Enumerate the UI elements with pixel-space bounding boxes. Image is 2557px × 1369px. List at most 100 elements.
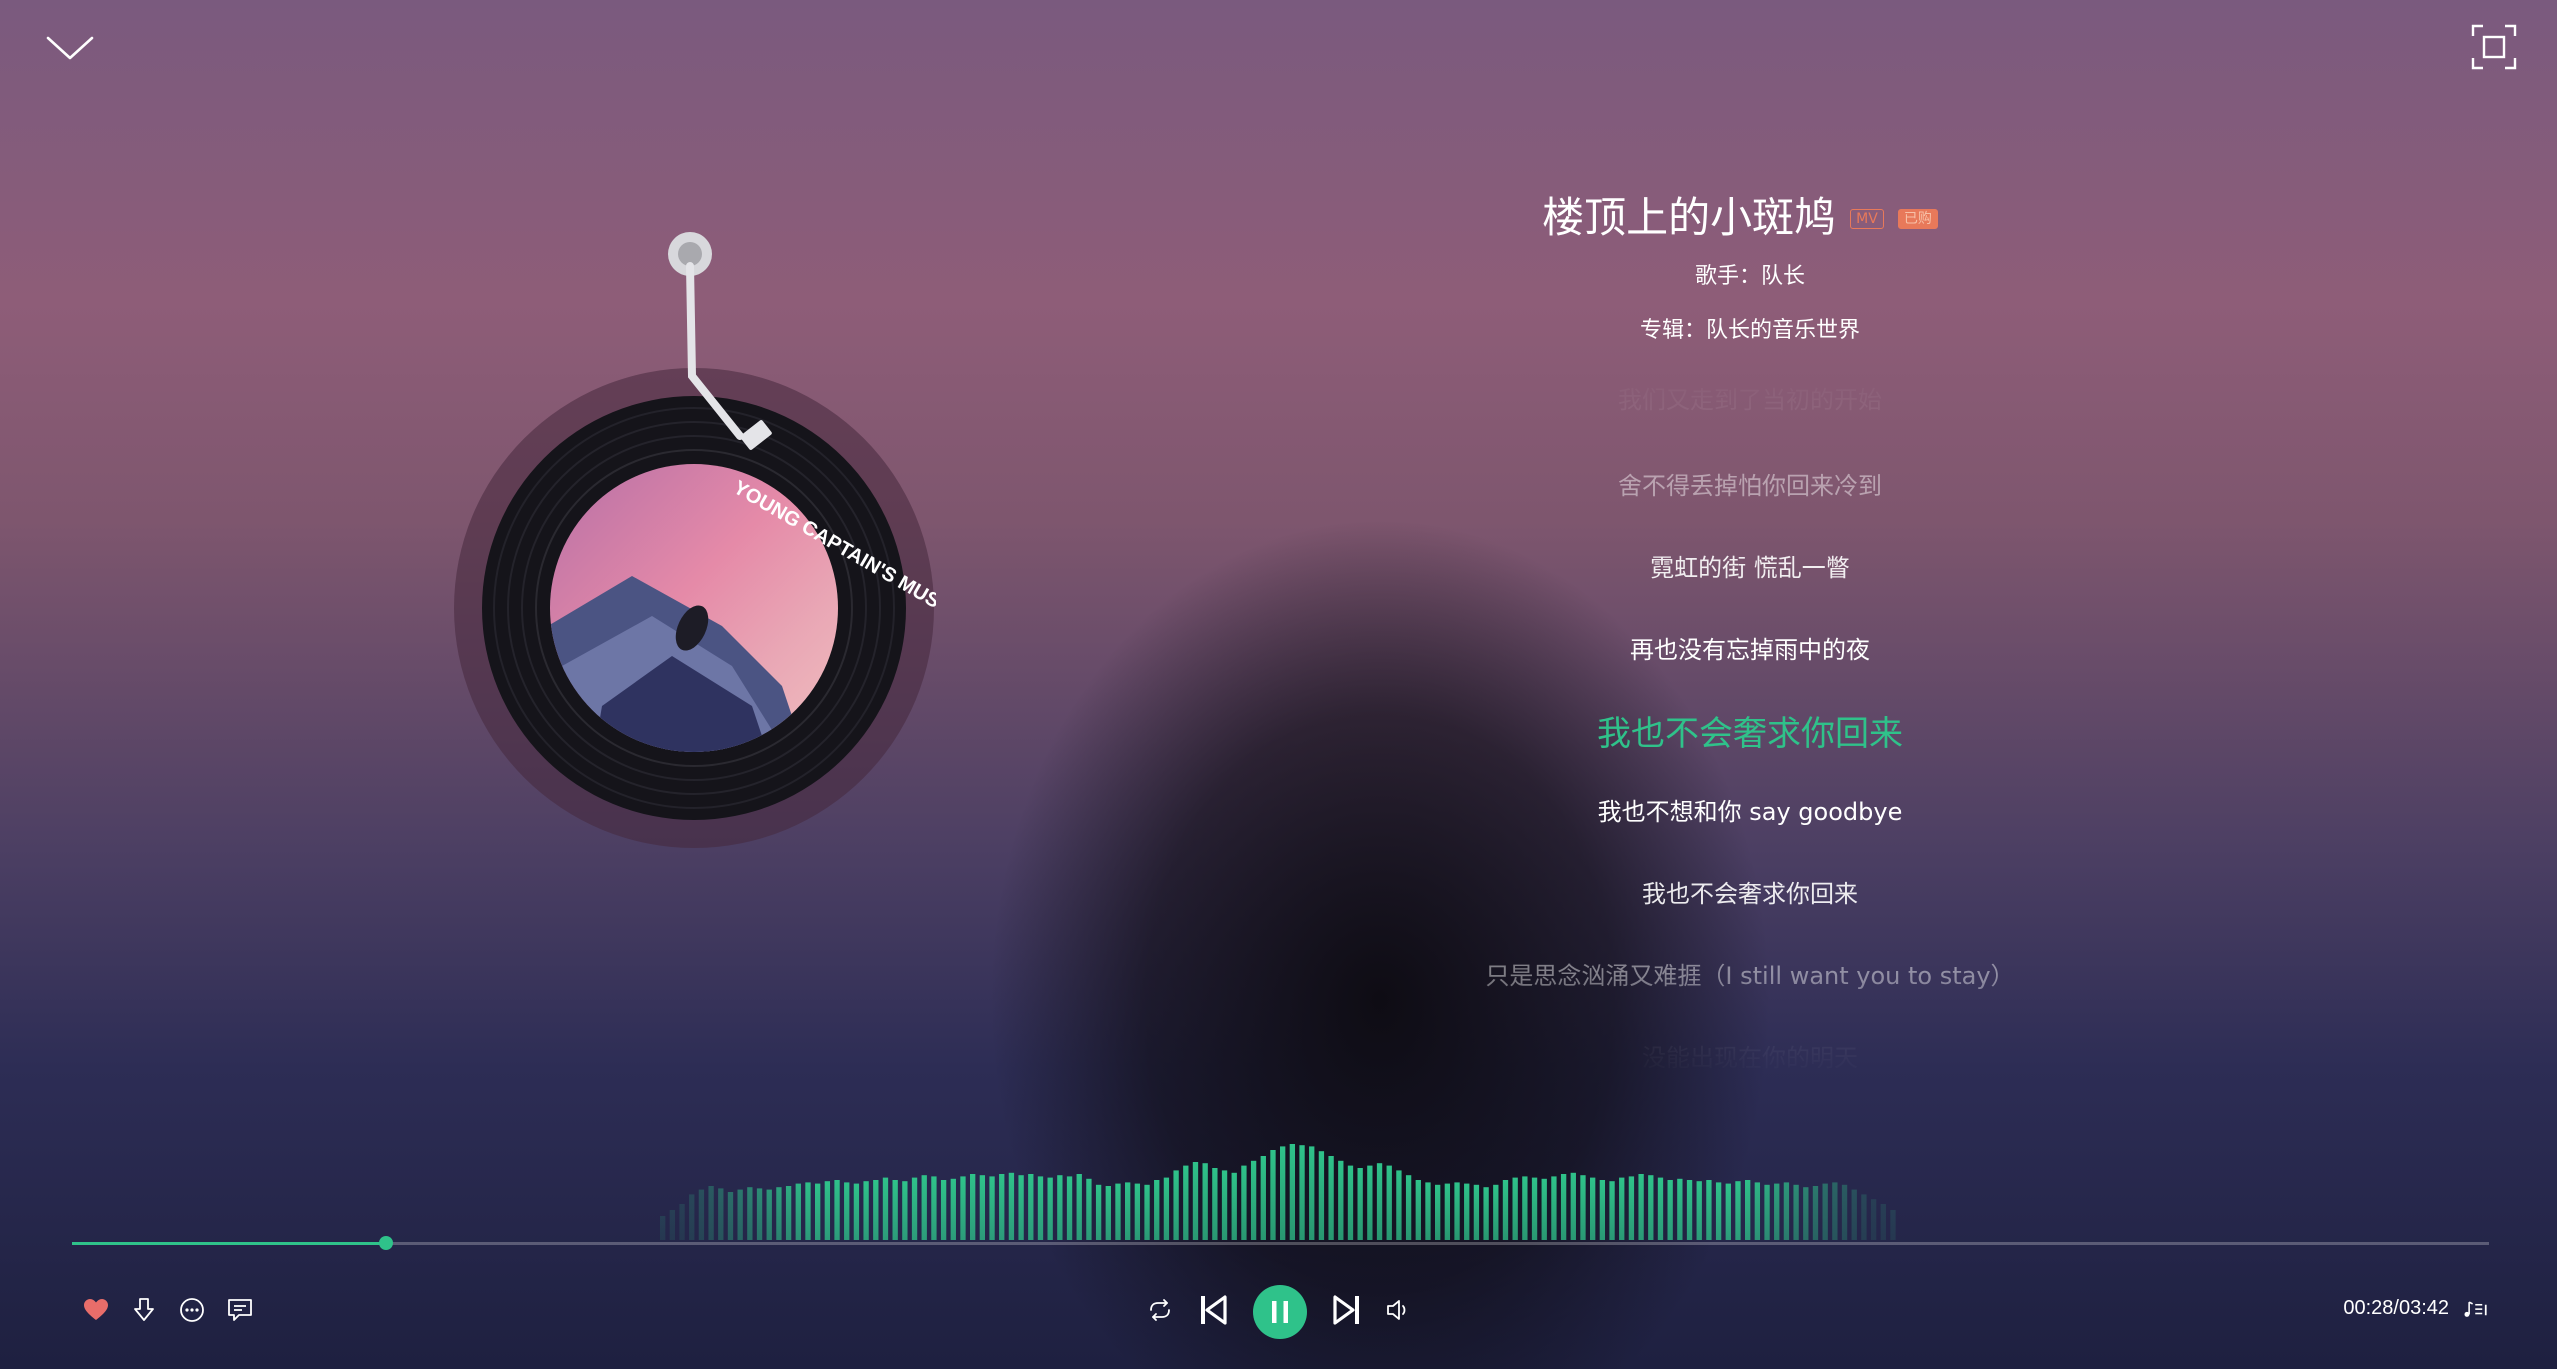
playlist-button[interactable] xyxy=(2463,1296,2491,1324)
fullscreen-button[interactable] xyxy=(2471,24,2517,70)
spectrum-bar xyxy=(737,1189,743,1240)
spectrum-bar xyxy=(1454,1182,1460,1240)
spectrum-bar xyxy=(1357,1168,1363,1240)
lyric-line[interactable]: 我们又走到了当初的开始 xyxy=(1290,380,2210,415)
progress-bar[interactable] xyxy=(72,1236,2489,1250)
spectrum-bar xyxy=(882,1177,889,1240)
spectrum-bar xyxy=(1347,1165,1354,1240)
spectrum-bar xyxy=(1250,1160,1257,1240)
spectrum-bar xyxy=(960,1176,966,1240)
spectrum-bar xyxy=(1376,1163,1383,1240)
spectrum-bar xyxy=(1163,1177,1170,1240)
spectrum-bar xyxy=(1086,1178,1092,1240)
lyric-line[interactable]: 我也不会奢求你回来 xyxy=(1290,874,2210,909)
spectrum-bar xyxy=(660,1216,666,1240)
play-pause-button[interactable] xyxy=(1253,1285,1307,1339)
volume-icon xyxy=(1387,1300,1406,1320)
spectrum-bar xyxy=(1812,1186,1819,1240)
spectrum-bar xyxy=(824,1181,831,1240)
comment-button[interactable] xyxy=(226,1296,254,1324)
spectrum-bar xyxy=(853,1183,860,1240)
spectrum-bar xyxy=(1134,1183,1141,1240)
lyric-line[interactable]: 我也不想和你 say goodbye xyxy=(1290,792,2210,827)
spectrum-bar xyxy=(1076,1174,1082,1240)
spectrum-bar xyxy=(1851,1189,1857,1240)
spectrum-bar xyxy=(970,1174,976,1240)
spectrum-bar xyxy=(892,1180,898,1240)
spectrum-bar xyxy=(1648,1175,1654,1240)
spectrum-bar xyxy=(1541,1178,1547,1240)
spectrum-bar xyxy=(689,1194,695,1240)
download-button[interactable] xyxy=(130,1296,158,1324)
lyric-line-active[interactable]: 我也不会奢求你回来 xyxy=(1290,706,2210,755)
spectrum-bar xyxy=(1415,1180,1421,1240)
spectrum-bar xyxy=(1754,1182,1761,1240)
progress-handle[interactable] xyxy=(379,1236,394,1250)
spectrum-bar xyxy=(1590,1177,1596,1240)
spectrum-bar xyxy=(1299,1145,1305,1240)
spectrum-bar xyxy=(1444,1183,1451,1240)
lyric-line[interactable]: 再也没有忘掉雨中的夜 xyxy=(1290,630,2210,665)
spectrum-bar xyxy=(1212,1168,1218,1240)
spectrum-bar xyxy=(1435,1184,1441,1240)
spectrum-bar xyxy=(1560,1174,1567,1240)
volume-button[interactable] xyxy=(1384,1296,1412,1324)
previous-button[interactable] xyxy=(1196,1293,1230,1327)
spectrum-bar xyxy=(805,1182,811,1240)
spectrum-bar xyxy=(1338,1160,1344,1240)
spectrum-bar xyxy=(708,1186,714,1240)
spectrum-bar xyxy=(1483,1187,1489,1240)
spectrum-bar xyxy=(1105,1186,1111,1240)
download-icon xyxy=(134,1298,154,1321)
spectrum-bar xyxy=(1764,1184,1770,1240)
spectrum-bar xyxy=(1260,1156,1266,1240)
spectrum-bar xyxy=(999,1174,1005,1240)
spectrum-bar xyxy=(1880,1204,1886,1240)
next-button[interactable] xyxy=(1330,1293,1364,1327)
spectrum-bar xyxy=(1696,1181,1702,1240)
spectrum-bar xyxy=(1125,1182,1131,1240)
lyric-line[interactable]: 只是思念汹涌又难捱（I still want you to stay） xyxy=(1290,956,2210,991)
spectrum-bar xyxy=(1638,1174,1644,1240)
spectrum-bar xyxy=(1531,1177,1538,1240)
mv-tag[interactable]: MV xyxy=(1850,208,1884,229)
spectrum-bar xyxy=(1396,1170,1402,1240)
lyric-line[interactable]: 霓虹的街 慌乱一瞥 xyxy=(1290,548,2210,583)
spectrum-bar xyxy=(1309,1146,1315,1240)
spectrum-bar xyxy=(1425,1182,1431,1240)
spectrum-bar xyxy=(718,1188,724,1240)
spectrum-bar xyxy=(1367,1165,1373,1240)
more-button[interactable] xyxy=(178,1296,206,1324)
spectrum-bar xyxy=(1154,1180,1160,1240)
spectrum-bar xyxy=(1783,1182,1790,1240)
spectrum-bar xyxy=(1202,1163,1208,1240)
tonearm xyxy=(660,226,800,476)
spectrum-bar xyxy=(1057,1175,1063,1240)
album-line[interactable]: 专辑：队长的音乐世界 xyxy=(1290,312,2210,344)
spectrum-bar xyxy=(1715,1182,1722,1240)
spectrum-bar xyxy=(1686,1180,1693,1240)
artist-line[interactable]: 歌手：队长 xyxy=(1290,258,2210,290)
spectrum-bar xyxy=(766,1189,772,1240)
spectrum-bar xyxy=(1890,1210,1896,1240)
spectrum-bar xyxy=(1318,1151,1325,1240)
spectrum-bar xyxy=(1221,1170,1228,1240)
more-icon xyxy=(180,1298,204,1322)
lyric-line[interactable]: 没能出现在你的明天 xyxy=(1290,1038,2210,1073)
spectrum-bar xyxy=(815,1183,821,1240)
like-button[interactable] xyxy=(82,1296,110,1324)
spectrum-bar xyxy=(1735,1181,1741,1240)
spectrum-bar xyxy=(1677,1178,1683,1240)
spectrum-bar xyxy=(1037,1176,1044,1240)
loop-button[interactable] xyxy=(1146,1296,1174,1324)
heart-icon xyxy=(84,1299,108,1320)
lyric-line[interactable]: 舍不得丢掉怕你回来冷到 xyxy=(1290,466,2210,501)
spectrum-bar xyxy=(921,1175,927,1240)
spectrum-bar xyxy=(698,1189,705,1240)
spectrum-bar xyxy=(1706,1180,1712,1240)
spectrum-bar xyxy=(756,1188,763,1240)
collapse-button[interactable] xyxy=(44,30,96,64)
spectrum-bar xyxy=(844,1182,850,1240)
spectrum-bar xyxy=(1115,1183,1121,1240)
spectrum-bar xyxy=(979,1175,986,1240)
